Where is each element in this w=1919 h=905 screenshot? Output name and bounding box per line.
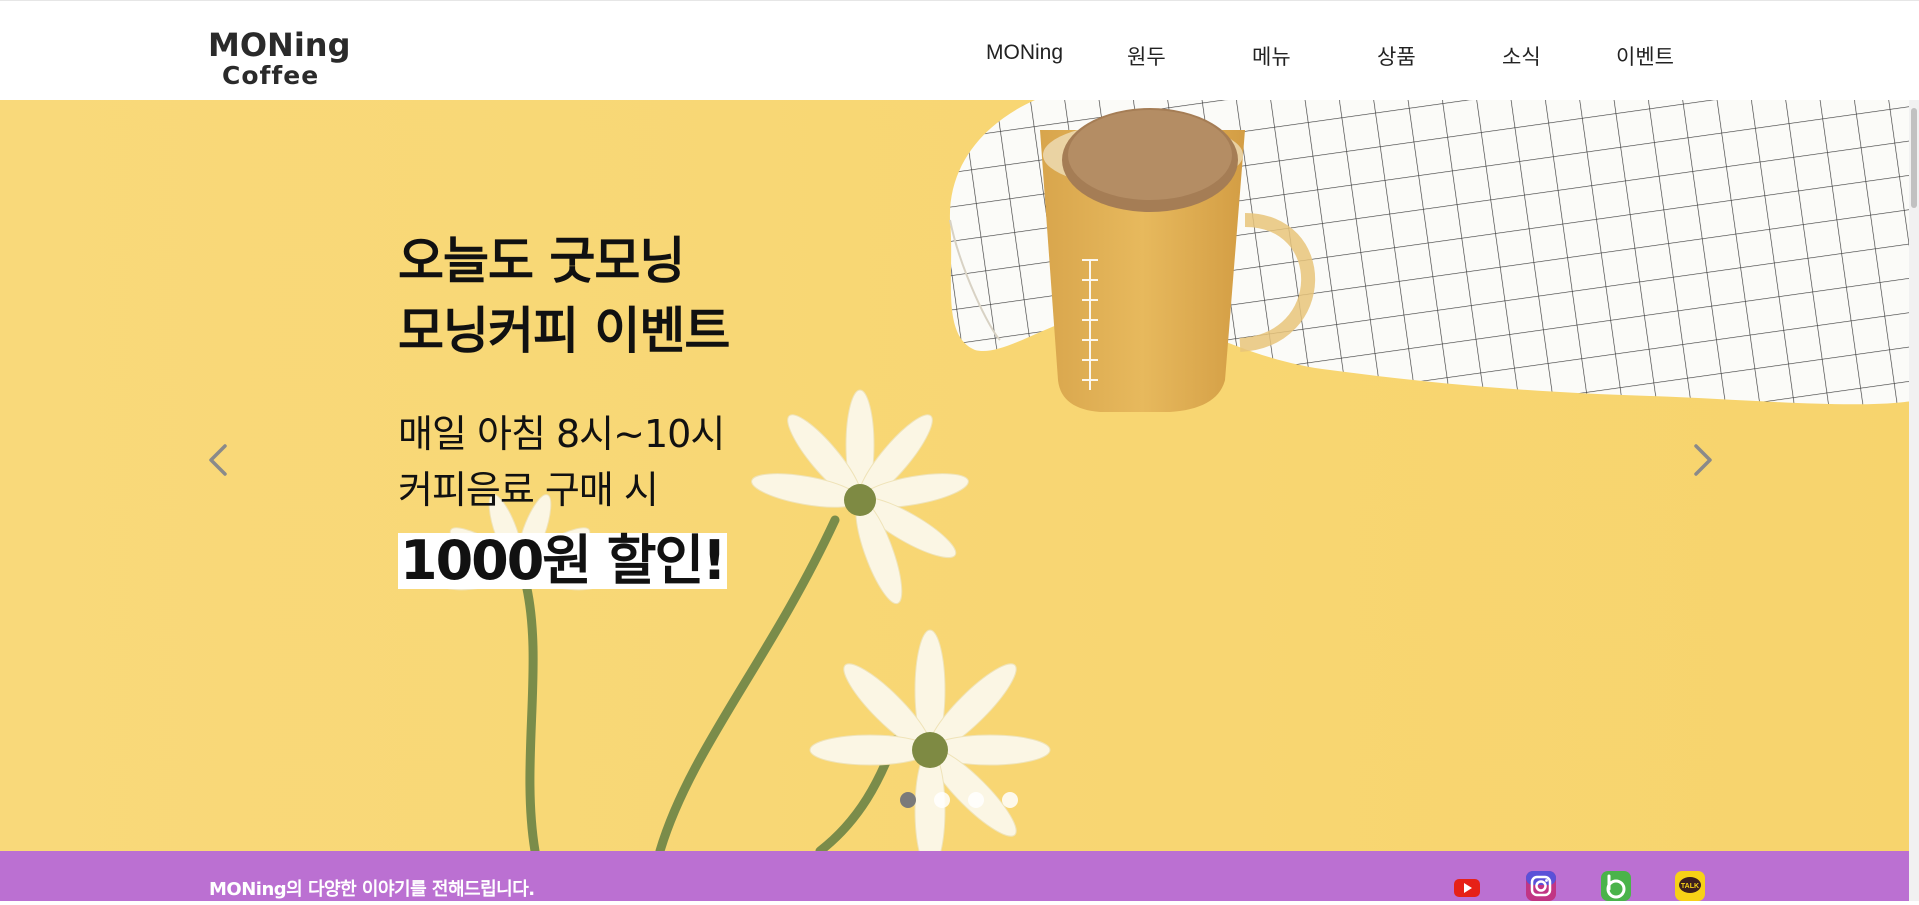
hero-subtext-line-1: 매일 아침 8시~10시	[398, 412, 725, 456]
youtube-link[interactable]	[1451, 871, 1483, 901]
logo-text-sub: Coffee	[222, 61, 320, 90]
hero-headline-line-1: 오늘도 굿모닝	[398, 232, 685, 290]
scrollbar-thumb[interactable]	[1911, 108, 1917, 208]
slider-prev-button[interactable]	[200, 440, 240, 480]
nav-item-news[interactable]: 소식	[1502, 41, 1541, 71]
slider-next-button[interactable]	[1681, 440, 1721, 480]
hero-slider: 오늘도 굿모닝 모닝커피 이벤트 매일 아침 8시~10시 커피음료 구매 시 …	[0, 100, 1919, 851]
slider-dot-3[interactable]	[968, 792, 984, 808]
nav-item-products[interactable]: 상품	[1377, 41, 1416, 71]
band-link[interactable]	[1600, 871, 1632, 901]
slider-dot-2[interactable]	[934, 792, 950, 808]
nav-item-menu[interactable]: 메뉴	[1252, 41, 1291, 71]
chevron-right-icon	[1694, 444, 1712, 476]
chevron-left-icon	[209, 444, 227, 476]
hero-headline-line-2: 모닝커피 이벤트	[398, 302, 730, 360]
youtube-icon	[1454, 879, 1480, 897]
kakaotalk-link[interactable]: TALK	[1674, 871, 1706, 901]
page-scrollbar[interactable]	[1909, 100, 1919, 901]
hero-subtext-line-2: 커피음료 구매 시	[398, 468, 659, 512]
hero-background-image	[0, 100, 1919, 851]
hero-subtext: 매일 아침 8시~10시 커피음료 구매 시	[398, 406, 725, 518]
instagram-icon	[1526, 871, 1556, 901]
hero-headline: 오늘도 굿모닝 모닝커피 이벤트	[398, 226, 730, 366]
nav-item-moning[interactable]: MONing	[986, 41, 1063, 65]
kakaotalk-icon: TALK	[1675, 871, 1705, 901]
sns-info-bar: MONing의 다양한 이야기를 전해드립니다. TALK	[0, 851, 1919, 901]
svg-text:TALK: TALK	[1681, 883, 1699, 890]
logo-text-main: MONing	[208, 26, 351, 64]
info-bar-text: MONing의 다양한 이야기를 전해드립니다.	[209, 879, 535, 900]
nav-item-beans[interactable]: 원두	[1127, 41, 1166, 71]
band-icon	[1601, 871, 1631, 901]
slider-dot-1[interactable]	[900, 792, 916, 808]
slider-dot-4[interactable]	[1002, 792, 1018, 808]
hero-discount-highlight: 1000원 할인!	[398, 529, 727, 592]
site-header: MONing Coffee MONing 원두 메뉴 상품 소식 이벤트	[0, 0, 1919, 100]
instagram-link[interactable]	[1525, 871, 1557, 901]
nav-item-events[interactable]: 이벤트	[1616, 41, 1674, 71]
brand-logo[interactable]: MONing Coffee	[208, 25, 350, 91]
